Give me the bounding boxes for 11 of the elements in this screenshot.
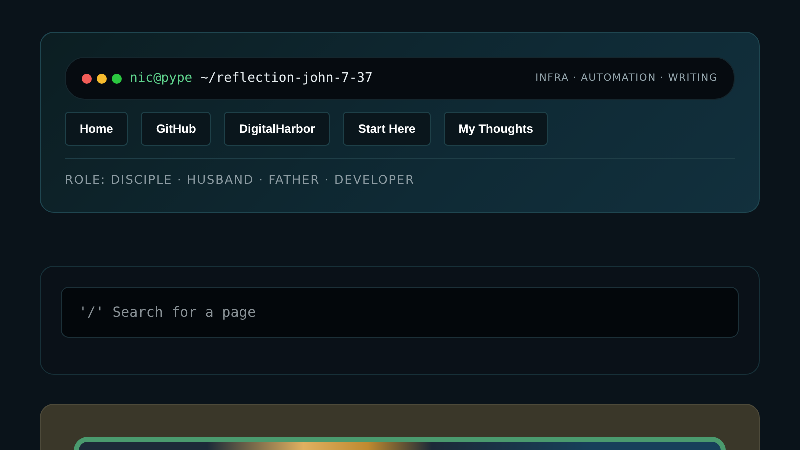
window-controls-icon — [82, 74, 122, 84]
terminal-path: ~/reflection-john-7-37 — [200, 71, 373, 86]
nav-button[interactable]: My Thoughts — [444, 112, 548, 146]
terminal-user: nic@pype — [130, 71, 193, 86]
nav-button[interactable]: DigitalHarbor — [224, 112, 330, 146]
tagline: INFRA · AUTOMATION · WRITING — [536, 73, 718, 84]
nav-button[interactable]: Start Here — [343, 112, 431, 146]
search-field[interactable]: '/' Search for a page — [61, 287, 739, 338]
nav-button[interactable]: GitHub — [141, 112, 212, 146]
role-text: ROLE: DISCIPLE · HUSBAND · FATHER · DEVELOPER — [65, 173, 416, 187]
nav-button[interactable]: Home — [65, 112, 128, 146]
